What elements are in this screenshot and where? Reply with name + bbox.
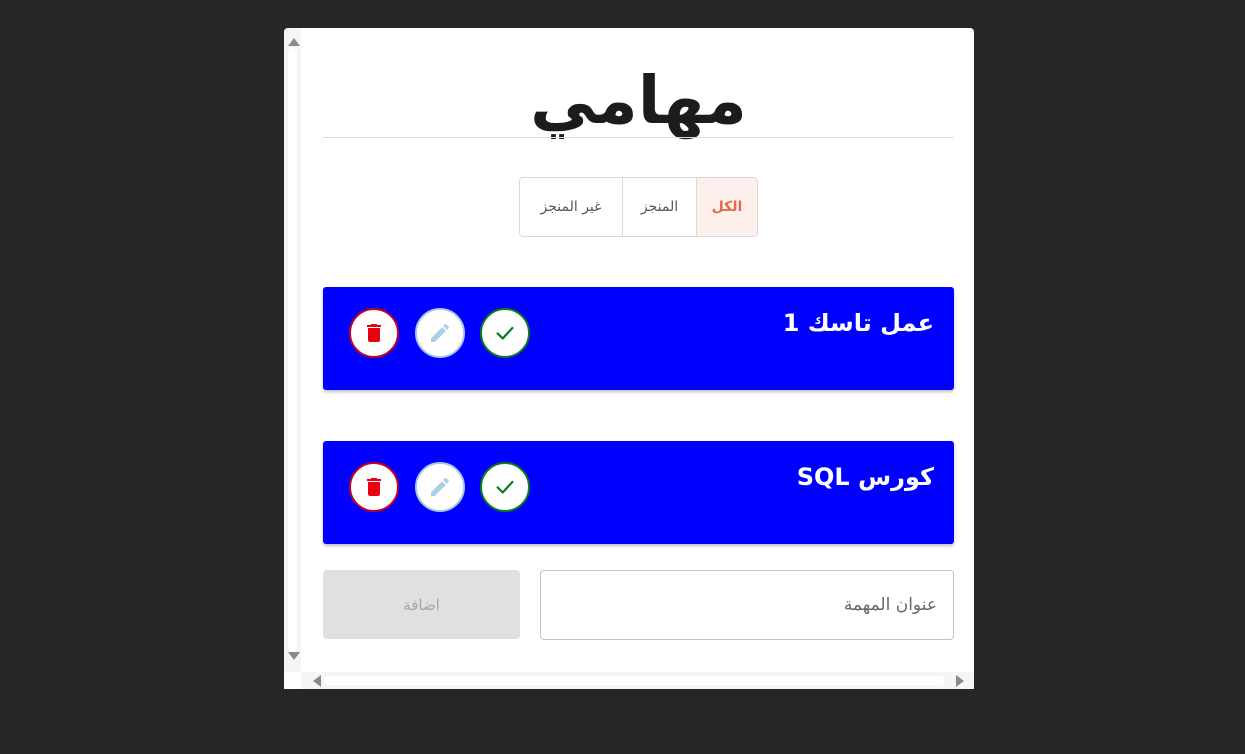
filter-tabs: الكل المنجز غير المنجز (519, 177, 758, 237)
edit-task-button[interactable] (415, 308, 465, 358)
vertical-scrollbar[interactable] (284, 28, 301, 672)
filter-not-done[interactable]: غير المنجز (520, 178, 622, 236)
page-title: مهامي (530, 62, 747, 139)
task-card: كورس SQL (323, 441, 954, 544)
complete-task-button[interactable] (480, 462, 530, 512)
scroll-right-arrow-icon[interactable] (956, 675, 964, 687)
title-divider (323, 137, 954, 138)
task-title-input[interactable] (540, 570, 954, 640)
todo-card: مهامي الكل المنجز غير المنجز عمل تاسك 1 … (284, 28, 974, 689)
trash-icon (367, 478, 381, 496)
check-icon (496, 480, 514, 494)
check-icon (496, 326, 514, 340)
filter-done[interactable]: المنجز (622, 178, 696, 236)
scroll-left-arrow-icon[interactable] (313, 675, 321, 687)
trash-icon (367, 324, 381, 342)
task-card: عمل تاسك 1 (323, 287, 954, 390)
scroll-down-arrow-icon[interactable] (288, 652, 300, 660)
task-title: عمل تاسك 1 (782, 309, 934, 337)
horizontal-scroll-thumb[interactable] (324, 676, 944, 685)
delete-task-button[interactable] (349, 462, 399, 512)
edit-task-button[interactable] (415, 462, 465, 512)
pencil-icon (431, 477, 450, 496)
vertical-scroll-thumb[interactable] (288, 48, 297, 652)
filter-all[interactable]: الكل (696, 178, 757, 236)
pencil-icon (431, 323, 450, 342)
add-task-button[interactable]: اضافة (323, 570, 520, 639)
task-title: كورس SQL (796, 463, 934, 491)
horizontal-scrollbar[interactable] (301, 672, 974, 689)
delete-task-button[interactable] (349, 308, 399, 358)
scroll-up-arrow-icon[interactable] (288, 38, 300, 46)
complete-task-button[interactable] (480, 308, 530, 358)
